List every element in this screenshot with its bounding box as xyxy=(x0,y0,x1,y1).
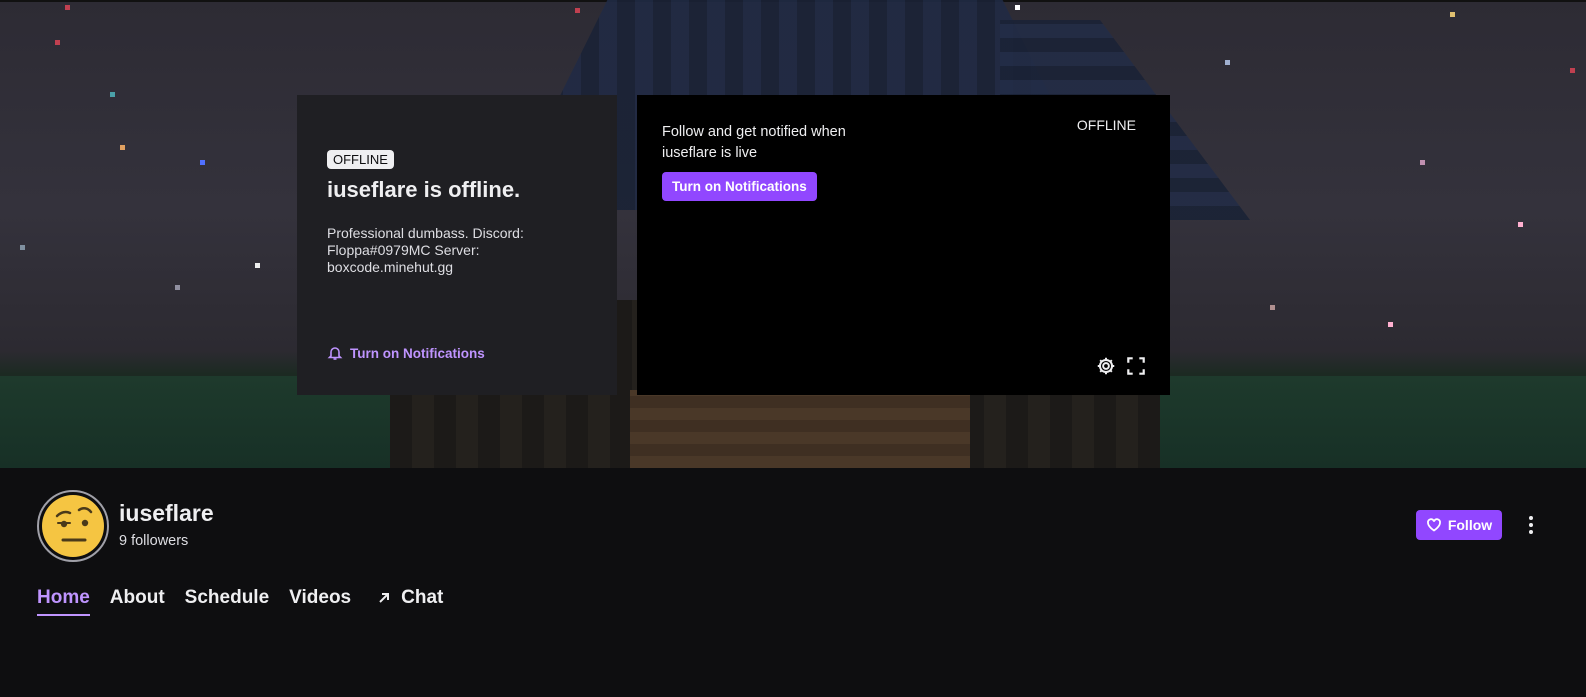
tab-home[interactable]: Home xyxy=(37,587,90,616)
follow-button-label: Follow xyxy=(1447,517,1493,533)
follower-count: 9 followers xyxy=(119,533,189,549)
video-player[interactable]: Follow and get notified when iuseflare i… xyxy=(637,95,1170,395)
channel-tabs: Home About Schedule Videos Chat xyxy=(37,587,443,616)
follow-button[interactable]: Follow xyxy=(1416,510,1502,540)
gear-icon[interactable] xyxy=(1095,355,1117,377)
banner-door xyxy=(630,390,970,468)
avatar[interactable] xyxy=(37,490,109,562)
channel-name: iuseflare xyxy=(119,500,214,526)
notifications-link-label: Turn on Notifications xyxy=(350,345,485,361)
turn-on-notifications-link[interactable]: Turn on Notifications xyxy=(327,345,485,361)
tab-chat[interactable]: Chat xyxy=(376,587,443,616)
tab-about[interactable]: About xyxy=(110,587,165,616)
heart-icon xyxy=(1426,518,1441,532)
tab-schedule[interactable]: Schedule xyxy=(185,587,269,616)
fullscreen-icon[interactable] xyxy=(1125,355,1147,377)
channel-page: OFFLINE iuseflare is offline. Profession… xyxy=(0,0,1586,697)
channel-bio: Professional dumbass. Discord: Floppa#09… xyxy=(327,225,524,275)
player-status-label: OFFLINE xyxy=(1076,117,1136,133)
offline-title: iuseflare is offline. xyxy=(327,177,521,202)
external-arrow-icon xyxy=(379,593,390,603)
tab-chat-label: Chat xyxy=(401,587,444,608)
tab-videos[interactable]: Videos xyxy=(289,587,351,616)
player-notifications-button[interactable]: Turn on Notifications xyxy=(662,172,817,201)
offline-info-panel: OFFLINE iuseflare is offline. Profession… xyxy=(297,95,617,395)
bell-icon xyxy=(327,347,343,360)
follow-prompt: Follow and get notified when iuseflare i… xyxy=(662,124,846,161)
more-options-icon[interactable] xyxy=(1520,512,1542,538)
offline-badge: OFFLINE xyxy=(327,150,394,169)
raised-eyebrow-face-icon xyxy=(42,495,104,557)
